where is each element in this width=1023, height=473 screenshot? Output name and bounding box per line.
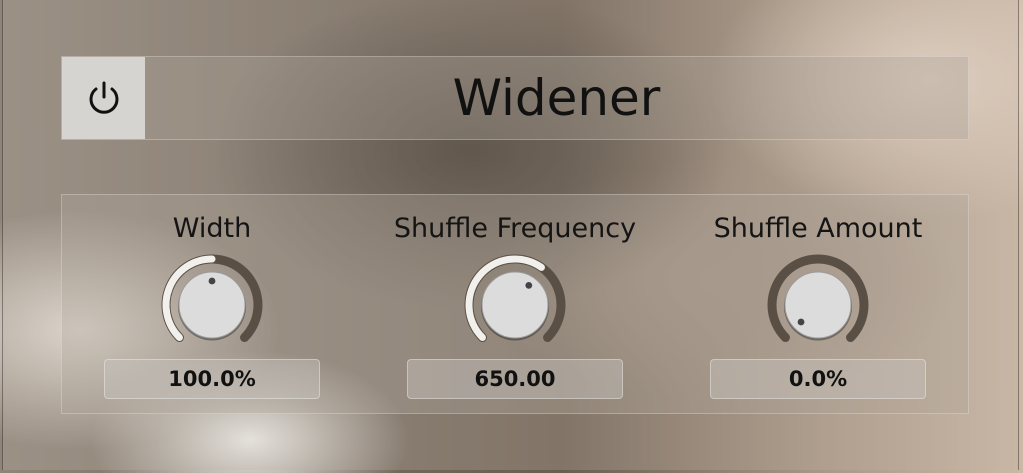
width-knob[interactable] (158, 251, 266, 359)
shuffle-frequency-knob[interactable] (461, 251, 569, 359)
power-icon (89, 81, 118, 114)
shuffle-frequency-value[interactable]: 650.00 (407, 359, 623, 399)
plugin-title: Widener (452, 69, 661, 127)
width-label: Width (172, 213, 252, 244)
knob-body (481, 271, 549, 339)
header-bar: Widener (61, 56, 969, 140)
shuffle-amount-control: Shuffle Amount 0.0% (688, 195, 948, 415)
plugin-window: Widener Width 100.0% Shuffle Frequency 6… (2, 0, 1019, 470)
knob-body (784, 271, 852, 339)
shuffle-amount-label: Shuffle Amount (713, 213, 923, 244)
shuffle-amount-knob[interactable] (764, 251, 872, 359)
controls-panel: Width 100.0% Shuffle Frequency 650.00 Sh… (61, 194, 969, 414)
width-value[interactable]: 100.0% (104, 359, 320, 399)
width-control: Width 100.0% (82, 195, 342, 415)
knob-indicator (797, 318, 805, 326)
shuffle-amount-value[interactable]: 0.0% (710, 359, 926, 399)
shuffle-frequency-label: Shuffle Frequency (393, 213, 637, 244)
knob-indicator (525, 281, 533, 289)
shuffle-frequency-control: Shuffle Frequency 650.00 (385, 195, 645, 415)
knob-indicator (208, 277, 216, 285)
power-button[interactable] (62, 57, 145, 139)
